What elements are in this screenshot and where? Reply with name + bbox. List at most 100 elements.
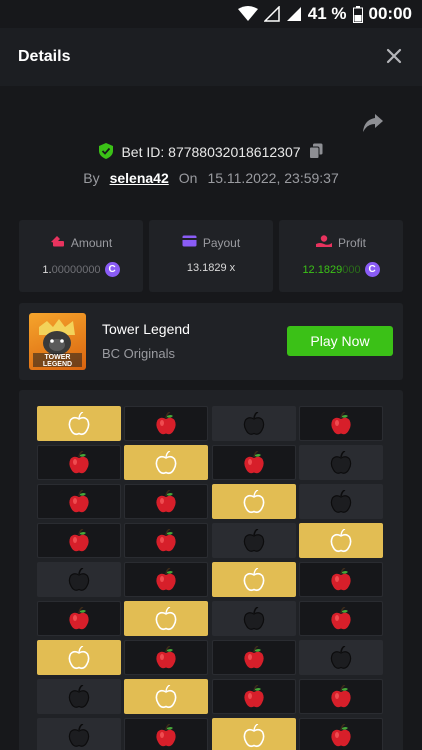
wallet-icon	[50, 235, 65, 250]
board-tile	[211, 484, 296, 519]
board-tile	[298, 484, 383, 519]
board-tile	[124, 445, 209, 480]
board-tile	[37, 562, 121, 597]
red-apple-icon	[243, 684, 265, 709]
board-tile	[124, 484, 209, 519]
red-apple-icon	[330, 723, 352, 748]
board-tile	[37, 445, 121, 480]
verified-shield-icon	[99, 142, 114, 162]
stat-amount: Amount 1.00000000 C	[19, 220, 143, 292]
game-thumbnail[interactable]: TOWER LEGEND	[29, 313, 86, 370]
board-tile	[37, 679, 121, 714]
battery-icon	[352, 5, 363, 23]
game-provider: BC Originals	[102, 346, 175, 361]
stat-value-decimals: 00000000	[51, 263, 101, 276]
battery-text: 41 %	[307, 4, 347, 23]
gold-apple-icon	[243, 489, 265, 514]
board-tile	[211, 718, 296, 750]
board-tile	[298, 562, 383, 597]
board-tile	[298, 523, 383, 558]
status-indicators: 41 % 00:00	[237, 4, 412, 24]
bet-stats: Amount 1.00000000 C Payout 13.1829 x Pro…	[19, 220, 403, 292]
game-name: Tower Legend	[102, 321, 190, 337]
red-apple-icon	[155, 489, 177, 514]
board-tile	[124, 562, 209, 597]
gold-apple-icon	[155, 684, 177, 709]
board-tile	[211, 640, 296, 675]
coin-icon: C	[364, 262, 380, 277]
wifi-icon	[237, 6, 258, 22]
gold-apple-icon	[243, 567, 265, 592]
on-label: On	[178, 170, 198, 186]
board-tile	[298, 406, 383, 441]
game-card: TOWER LEGEND Tower Legend BC Originals P…	[19, 303, 403, 380]
rotten-apple-icon	[330, 645, 352, 670]
close-icon[interactable]	[386, 48, 402, 64]
game-thumb-title: TOWER LEGEND	[42, 354, 73, 368]
board-tile	[124, 679, 209, 714]
stat-label: Amount	[70, 235, 113, 250]
board-tile	[124, 406, 209, 441]
share-icon[interactable]	[362, 113, 384, 133]
bet-id-row: Bet ID: 87788032018612307	[0, 142, 422, 162]
board-tile	[298, 679, 383, 714]
stat-profit: Profit 12.1829000 C	[279, 220, 403, 292]
red-apple-icon	[155, 645, 177, 670]
board-tile	[211, 601, 296, 636]
red-apple-icon	[155, 567, 177, 592]
red-apple-icon	[243, 450, 265, 475]
gold-apple-icon	[155, 450, 177, 475]
bet-datetime: 15.11.2022, 23:59:37	[207, 170, 339, 186]
red-apple-icon	[330, 606, 352, 631]
stat-value: 13.1829 x	[186, 262, 236, 274]
board-tile	[37, 640, 121, 675]
stat-value: 1.	[42, 263, 52, 276]
board-tile	[211, 445, 296, 480]
stat-label: Profit	[337, 236, 366, 250]
stat-payout: Payout 13.1829 x	[149, 220, 273, 292]
board-tile	[211, 679, 296, 714]
rotten-apple-icon	[330, 450, 352, 475]
signal-icon	[286, 6, 302, 22]
card-icon	[182, 235, 197, 250]
red-apple-icon	[330, 411, 352, 436]
board-tile	[124, 601, 209, 636]
tile-grid	[37, 406, 383, 750]
gold-apple-icon	[243, 723, 265, 748]
board-tile	[37, 406, 121, 441]
copy-icon[interactable]	[308, 143, 323, 162]
red-apple-icon	[330, 567, 352, 592]
bet-author-row: By selena42 On 15.11.2022, 23:59:37	[0, 168, 422, 188]
play-now-button[interactable]: Play Now	[287, 326, 393, 356]
clock: 00:00	[368, 4, 412, 23]
rotten-apple-icon	[243, 528, 265, 553]
bet-id: Bet ID: 87788032018612307	[121, 144, 301, 160]
rotten-apple-icon	[68, 567, 90, 592]
red-apple-icon	[243, 645, 265, 670]
board-tile	[37, 523, 121, 558]
board-tile	[298, 718, 383, 750]
gold-apple-icon	[155, 606, 177, 631]
board-tile	[124, 718, 209, 750]
board-tile	[298, 601, 383, 636]
board-tile	[298, 640, 383, 675]
board-tile	[124, 523, 209, 558]
rotten-apple-icon	[68, 684, 90, 709]
red-apple-icon	[68, 450, 90, 475]
board-tile	[211, 562, 296, 597]
rotten-apple-icon	[243, 411, 265, 436]
coin-icon: C	[104, 262, 120, 277]
red-apple-icon	[155, 411, 177, 436]
gold-apple-icon	[68, 645, 90, 670]
board-tile	[37, 484, 121, 519]
board-tile	[211, 523, 296, 558]
red-apple-icon	[330, 684, 352, 709]
username-link[interactable]: selena42	[110, 170, 169, 186]
rotten-apple-icon	[243, 606, 265, 631]
board-tile	[37, 718, 121, 750]
status-bar: 41 % 00:00	[0, 0, 422, 28]
rotten-apple-icon	[330, 489, 352, 514]
stat-label: Payout	[202, 235, 241, 250]
board-tile	[298, 445, 383, 480]
page-title: Details	[18, 48, 71, 65]
